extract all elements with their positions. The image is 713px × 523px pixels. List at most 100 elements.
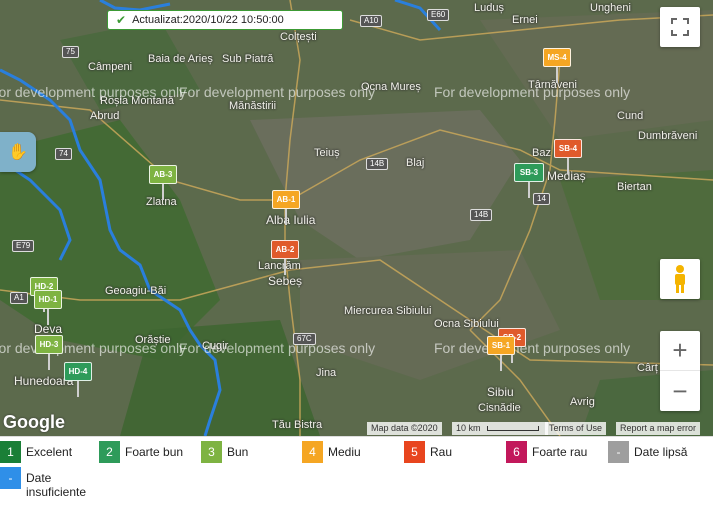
place-cund: Cund <box>617 110 644 122</box>
marker-flag[interactable]: AB-2 <box>271 240 299 259</box>
quality-legend: 1 Excelent 2 Foarte bun 3 Bun 4 Mediu 5 … <box>0 436 713 523</box>
road-a1: A1 <box>10 292 28 304</box>
legend-swatch: - <box>0 467 21 489</box>
place-lancram: Lancrăm <box>258 260 301 272</box>
marker-pole <box>500 355 502 371</box>
road-14: 14 <box>533 193 550 205</box>
place-jina: Jina <box>316 367 337 379</box>
hand-tool-button[interactable]: ✋ <box>0 132 36 172</box>
place-ernei: Ernei <box>512 14 538 26</box>
marker-flag[interactable]: SB-4 <box>554 139 582 158</box>
legend-label: Date insuficiente <box>26 471 87 499</box>
place-manastirii: Mănăstirii <box>229 100 277 112</box>
last-updated-text: Actualizat:2020/10/22 10:50:00 <box>132 14 284 26</box>
legend-item: 1 Excelent <box>0 441 94 463</box>
road-a10: A10 <box>360 15 383 27</box>
place-teius: Teiuș <box>314 147 340 159</box>
legend-swatch: 5 <box>404 441 425 463</box>
place-dumbraveni: Dumbrăveni <box>638 130 698 142</box>
map-view[interactable]: Luduș Ernei Ungheni Colțești Câmpeni Bai… <box>0 0 713 436</box>
legend-item: - Date lipsă <box>608 441 704 463</box>
road-75: 75 <box>62 46 79 58</box>
hand-icon: ✋ <box>8 144 28 161</box>
dev-watermark: For development purposes only <box>434 340 631 356</box>
legend-label: Excelent <box>26 445 73 459</box>
place-abrud: Abrud <box>90 110 120 122</box>
legend-item: 2 Foarte bun <box>99 441 205 463</box>
legend-label: Date lipsă <box>634 445 688 459</box>
legend-item: 6 Foarte rau <box>506 441 602 463</box>
fullscreen-button[interactable] <box>660 7 700 47</box>
place-sebes: Sebeș <box>268 274 303 288</box>
place-geoagiu-bai: Geoagiu-Băi <box>105 285 167 297</box>
legend-item: - Date insuficiente <box>0 467 106 499</box>
check-icon: ✔ <box>116 13 127 27</box>
dev-watermark: For development purposes only <box>0 340 187 356</box>
place-sub-piatra: Sub Piatră <box>222 53 274 65</box>
report-error-link[interactable]: Report a map error <box>616 422 701 435</box>
legend-label: Foarte bun <box>125 445 184 459</box>
google-logo[interactable]: Google <box>3 412 65 433</box>
road-e60: E60 <box>427 9 450 21</box>
last-updated-badge: ✔ Actualizat:2020/10/22 10:50:00 <box>107 10 343 30</box>
legend-label: Foarte rau <box>532 445 588 459</box>
place-baz: Baz <box>532 147 551 159</box>
marker-flag[interactable]: HD-4 <box>64 362 92 381</box>
scale-label: 10 km <box>456 423 481 433</box>
fullscreen-icon <box>671 18 689 36</box>
road-14b-2: 14B <box>470 209 493 221</box>
place-blaj: Blaj <box>406 157 425 169</box>
marker-flag[interactable]: MS-4 <box>543 48 571 67</box>
road-e79: E79 <box>12 240 35 252</box>
legend-label: Rau <box>430 445 453 459</box>
marker-flag[interactable]: SB-3 <box>514 163 544 182</box>
legend-swatch: 4 <box>302 441 323 463</box>
zoom-controls: + − <box>660 331 700 411</box>
place-cart: Cârț <box>637 362 658 374</box>
place-ungheni: Ungheni <box>590 2 631 14</box>
marker-pole <box>162 184 164 200</box>
legend-label: Bun <box>227 445 249 459</box>
legend-swatch: 1 <box>0 441 21 463</box>
place-avrig: Avrig <box>570 396 595 408</box>
zoom-in-button[interactable]: + <box>660 331 700 371</box>
dev-watermark: For development purposes only <box>179 340 376 356</box>
map-data-attribution: Map data ©2020 <box>367 422 442 435</box>
legend-label: Mediu <box>328 445 361 459</box>
legend-item: 5 Rau <box>404 441 498 463</box>
place-tau-bistra: Tău Bistra <box>272 419 323 431</box>
place-campeni: Câmpeni <box>88 61 133 73</box>
place-miercurea-sibiului: Miercurea Sibiului <box>344 305 432 317</box>
legend-item: 3 Bun <box>201 441 295 463</box>
marker-flag[interactable]: HD-1 <box>34 290 62 309</box>
dev-watermark: For development purposes only <box>0 84 187 100</box>
marker-pole <box>47 309 49 325</box>
terms-link[interactable]: Terms of Use <box>545 422 607 435</box>
pegman-icon <box>675 265 685 293</box>
place-coltesti: Colțești <box>280 31 317 43</box>
marker-pole <box>285 209 287 225</box>
marker-flag[interactable]: HD-3 <box>35 335 63 354</box>
marker-pole <box>528 182 530 198</box>
marker-pole <box>48 354 50 370</box>
scale-bar <box>487 426 540 432</box>
legend-swatch: 6 <box>506 441 527 463</box>
place-alba-iulia: Alba Iulia <box>266 213 316 227</box>
zoom-out-button[interactable]: − <box>660 371 700 411</box>
marker-pole <box>284 259 286 275</box>
place-biertan: Biertan <box>617 181 652 193</box>
place-baia-de-aries: Baia de Arieș <box>148 53 213 65</box>
street-view-button[interactable] <box>660 259 700 299</box>
marker-flag[interactable]: SB-1 <box>487 336 515 355</box>
dev-watermark: For development purposes only <box>179 84 376 100</box>
legend-item: 4 Mediu <box>302 441 396 463</box>
marker-pole <box>567 158 569 174</box>
place-sibiu: Sibiu <box>487 385 514 399</box>
place-cisnadie: Cisnădie <box>478 402 521 414</box>
road-14b: 14B <box>366 158 389 170</box>
marker-pole <box>556 67 558 83</box>
marker-pole <box>77 381 79 397</box>
marker-flag[interactable]: AB-1 <box>272 190 300 209</box>
dev-watermark: For development purposes only <box>434 84 631 100</box>
marker-flag[interactable]: AB-3 <box>149 165 177 184</box>
